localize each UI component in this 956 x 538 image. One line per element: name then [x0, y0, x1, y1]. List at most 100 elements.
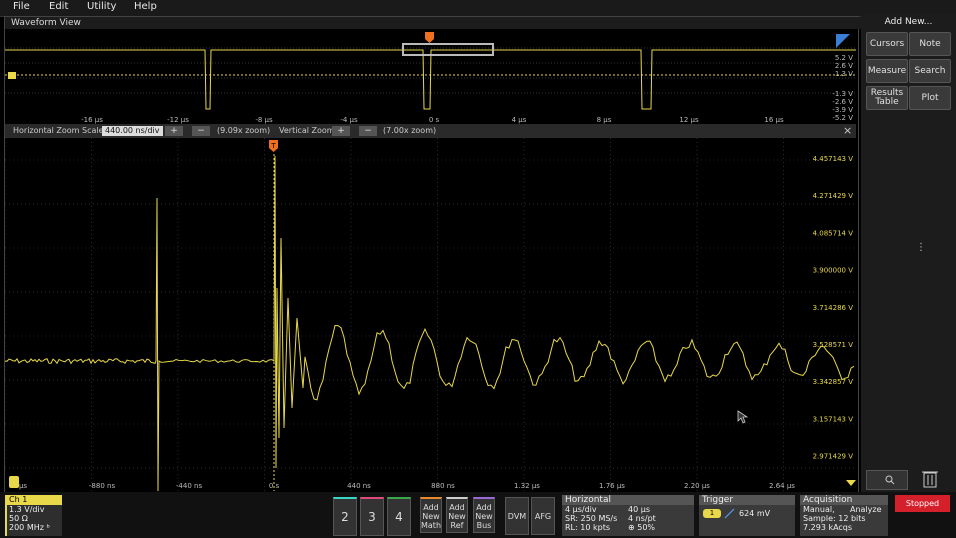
zoom-x-tick: 880 ns: [431, 482, 455, 490]
measure-button[interactable]: Measure: [866, 59, 908, 83]
bottom-bar: Ch 1 1.3 V/div 50 Ω 200 MHz ᵇ 2 3 4 Add …: [0, 492, 956, 538]
overview-x-tick: 4 µs: [512, 116, 527, 124]
trigger-position-marker[interactable]: [425, 32, 434, 43]
add-ref-l1: Add: [449, 503, 465, 512]
overview-y-tick: 2.6 V: [835, 62, 853, 70]
acq-count: 7.293 kAcqs: [803, 523, 853, 532]
add-bus-l1: Add: [476, 503, 492, 512]
zoom-y-tick: 3.157143 V: [813, 415, 854, 423]
cursors-button[interactable]: Cursors: [866, 32, 908, 56]
overview-y-tick: 1.3 V: [835, 70, 853, 78]
add-bus-button[interactable]: Add New Bus: [473, 497, 495, 533]
scroll-down-icon[interactable]: [846, 480, 856, 486]
zoom-x-tick: 440 ns: [347, 482, 371, 490]
zoom-y-tick: 4.085714 V: [813, 229, 854, 237]
panel-resize-handle[interactable]: ⋮: [916, 243, 926, 258]
trash-icon[interactable]: [919, 468, 941, 488]
menu-help[interactable]: Help: [134, 1, 157, 12]
overview-x-tick: 12 µs: [679, 116, 699, 124]
overview-y-tick: -5.2 V: [832, 114, 853, 122]
run-stop-button[interactable]: Stopped: [895, 495, 950, 512]
acquisition-title: Acquisition: [800, 495, 888, 505]
zoom-x-tick: 2.20 µs: [684, 482, 710, 490]
search-button[interactable]: Search: [909, 59, 951, 83]
right-panel: Add New... Cursors Note Measure Search R…: [861, 14, 956, 492]
ch2-button[interactable]: 2: [333, 497, 357, 536]
zoom-x-tick: 0 s: [269, 482, 280, 490]
h-zoom-factor: (9.09x zoom): [217, 126, 271, 135]
v-zoom-factor: (7.00x zoom): [383, 126, 437, 135]
horizontal-title: Horizontal: [562, 495, 694, 505]
add-ref-l2: New: [448, 512, 466, 521]
overview-plot[interactable]: -16 µs -12 µs -8 µs -4 µs 0 s 4 µs 8 µs 12 µs 16…: [5, 30, 856, 124]
h-duration: 40 µs: [628, 505, 650, 514]
menu-file[interactable]: File: [13, 1, 30, 12]
mouse-pointer-icon: [737, 410, 749, 424]
plot-button[interactable]: Plot: [909, 86, 951, 110]
ch1-scale: 1.3 V/div: [9, 505, 45, 514]
zoom-y-tick: 3.714286 V: [813, 304, 854, 312]
trigger-level: 624 mV: [739, 509, 771, 518]
acq-analyze: Analyze: [850, 505, 882, 514]
trigger-title: Trigger: [699, 495, 795, 505]
h-zoom-plus-button[interactable]: +: [165, 126, 183, 136]
ch1-offset-marker[interactable]: [8, 72, 16, 79]
menu-edit[interactable]: Edit: [49, 1, 68, 12]
zoom-search-icon[interactable]: [866, 470, 908, 490]
ch1-bandwidth: 200 MHz ᵇ: [9, 523, 50, 532]
ch1-title: Ch 1: [7, 495, 62, 505]
trigger-source-badge: 1: [703, 509, 721, 518]
trigger-panel[interactable]: Trigger 1 624 mV: [699, 495, 795, 536]
corner-expand-icon[interactable]: [836, 34, 850, 48]
overview-trace: [5, 49, 856, 110]
add-math-l2: New: [422, 512, 440, 521]
zoom-y-tick: 2.971429 V: [813, 453, 854, 461]
ch4-button[interactable]: 4: [387, 497, 411, 536]
zoom-plot[interactable]: T 4.457143 V 4.271429 V 4.085714 V 3.900000…: [5, 138, 856, 491]
add-math-button[interactable]: Add New Math: [420, 497, 442, 533]
add-ref-button[interactable]: Add New Ref: [446, 497, 468, 533]
zoom-x-tick: 2.64 µs: [769, 482, 795, 490]
dvm-button[interactable]: DVM: [505, 497, 529, 535]
zoom-y-tick: 3.342857 V: [813, 378, 854, 386]
zoom-y-tick: 4.271429 V: [813, 192, 854, 200]
v-zoom-plus-button[interactable]: +: [332, 126, 350, 136]
overview-x-tick: -12 µs: [167, 116, 189, 124]
menu-utility[interactable]: Utility: [87, 1, 116, 12]
h-position: ⊕ 50%: [628, 523, 656, 532]
acquisition-panel[interactable]: Acquisition Manual, Analyze Sample: 12 bi…: [800, 495, 888, 536]
h-record-length: RL: 10 kpts: [565, 523, 610, 532]
waveform-view-title: Waveform View: [5, 17, 862, 29]
vertical-zoom-label: Vertical Zoom: [279, 126, 335, 135]
afg-button[interactable]: AFG: [531, 497, 555, 535]
overview-y-tick: -1.3 V: [832, 90, 853, 98]
zoom-x-tick: -880 ns: [89, 482, 116, 490]
overview-y-tick: -2.6 V: [832, 98, 853, 106]
h-zoom-minus-button[interactable]: −: [192, 126, 210, 136]
waveform-view[interactable]: Waveform View -16 µs -12 µs -8 µs -4 µs 0 s 4…: [4, 16, 862, 494]
overview-x-tick: -16 µs: [81, 116, 103, 124]
menu-bar: File Edit Utility Help: [0, 0, 956, 17]
zoom-x-tick: 1.32 µs: [514, 482, 540, 490]
overview-x-tick: 8 µs: [597, 116, 612, 124]
acq-sample: Sample: 12 bits: [803, 514, 866, 523]
zoom-y-tick: 3.900000 V: [813, 267, 854, 275]
add-math-l1: Add: [423, 503, 439, 512]
close-zoom-icon[interactable]: ×: [843, 125, 852, 136]
note-button[interactable]: Note: [909, 32, 951, 56]
results-table-button[interactable]: Results Table: [866, 86, 908, 110]
ch1-badge[interactable]: Ch 1 1.3 V/div 50 Ω 200 MHz ᵇ: [5, 495, 62, 536]
ch3-button[interactable]: 3: [360, 497, 384, 536]
add-bus-l3: Bus: [476, 521, 492, 530]
zoom-x-tick: -440 ns: [176, 482, 203, 490]
v-zoom-minus-button[interactable]: −: [359, 126, 377, 136]
zoom-y-tick: 2.785714 V: [813, 490, 854, 491]
horizontal-panel[interactable]: Horizontal 4 µs/div 40 µs SR: 250 MS/s 4 n…: [562, 495, 694, 536]
zoom-bar: Horizontal Zoom Scale 440.00 ns/div + − …: [5, 124, 856, 138]
overview-x-tick: -4 µs: [340, 116, 358, 124]
h-resolution: 4 ns/pt: [628, 514, 656, 523]
ch1-ground-marker[interactable]: [9, 476, 19, 488]
horizontal-zoom-label: Horizontal Zoom Scale: [13, 126, 104, 135]
add-bus-l2: New: [475, 512, 493, 521]
horizontal-zoom-value[interactable]: 440.00 ns/div: [102, 126, 163, 136]
